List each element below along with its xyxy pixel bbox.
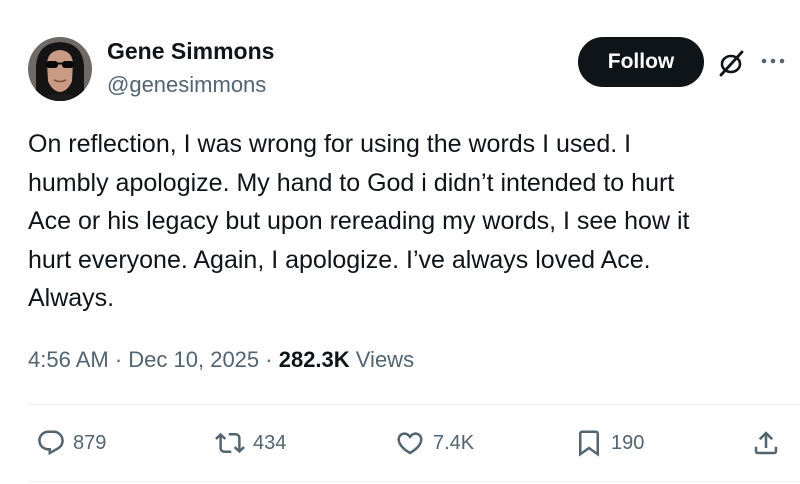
bookmark-button[interactable]: 190 [574,424,644,462]
share-icon [751,427,781,459]
like-count: 7.4K [433,431,475,454]
author-handle[interactable]: @genesimmons [107,71,266,99]
follow-button[interactable]: Follow [578,37,704,87]
tweet-text: On reflection, I was wrong for using the… [28,125,788,318]
reply-button[interactable]: 879 [36,424,106,462]
heart-icon [394,428,426,458]
tweet-card: Gene Simmons @genesimmons Follow On refl… [0,0,800,484]
like-button[interactable]: 7.4K [394,424,474,462]
grok-icon[interactable] [716,48,746,78]
tweet-text-line: On reflection, I was wrong for using the… [28,130,632,158]
tweet-text-line: Always. [28,284,115,312]
bookmark-icon [574,427,604,459]
repost-count: 434 [253,431,287,454]
repost-button[interactable]: 434 [214,424,286,462]
divider [28,481,800,482]
more-options-icon[interactable] [758,52,788,70]
meta-separator: · [259,347,279,372]
bookmark-count: 190 [611,431,645,454]
tweet-text-line: hurt everyone. Again, I apologize. I’ve … [28,245,651,274]
repost-icon [214,428,246,458]
tweet-date[interactable]: Dec 10, 2025 [128,347,259,372]
tweet-text-line: humbly apologize. My hand to God i didn’… [28,168,675,197]
avatar-image [28,37,92,101]
share-button[interactable] [751,424,781,462]
author-display-name[interactable]: Gene Simmons [107,37,274,65]
tweet-time[interactable]: 4:56 AM [28,347,109,372]
tweet-meta: 4:56 AM · Dec 10, 2025 · 282.3K Views [28,345,414,375]
avatar[interactable] [28,37,92,101]
divider [28,404,800,405]
tweet-text-line: Ace or his legacy but upon rereading my … [28,207,690,235]
reply-icon [36,428,66,458]
views-label: Views [349,347,415,372]
reply-count: 879 [73,431,107,454]
views-count: 282.3K [278,347,350,372]
meta-separator: · [108,347,129,372]
